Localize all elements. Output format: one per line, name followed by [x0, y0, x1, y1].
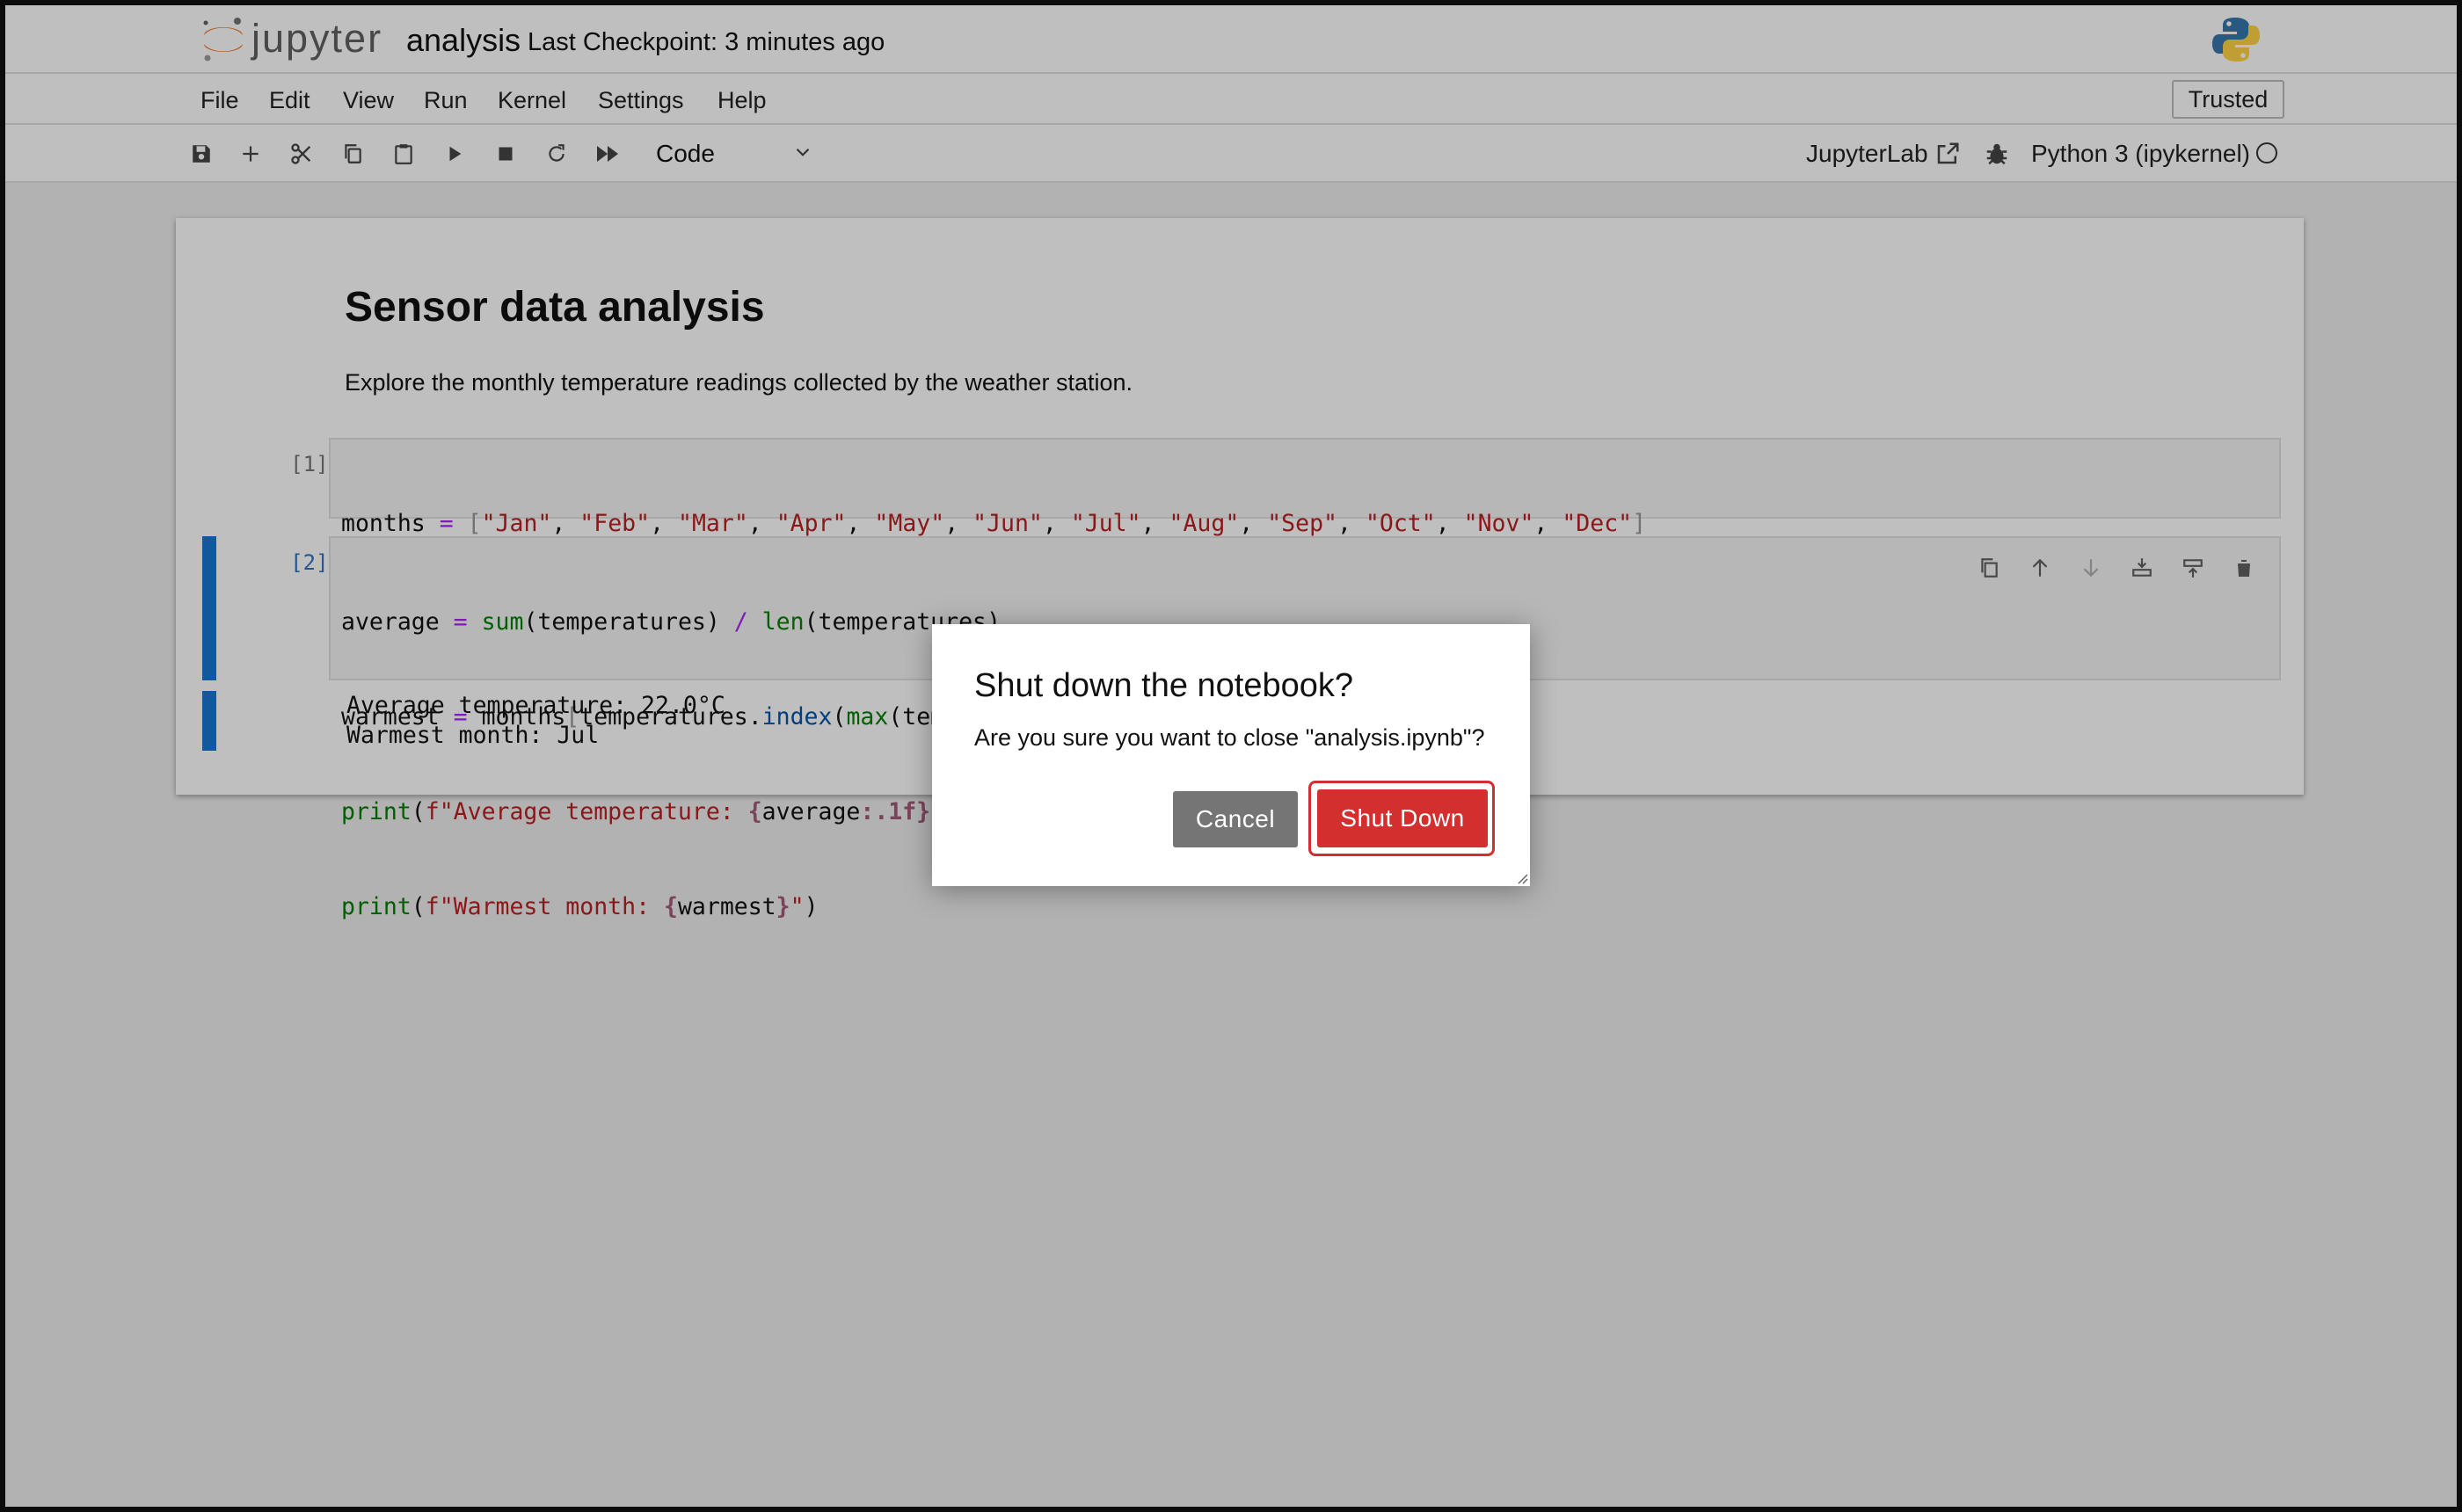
shut-down-button[interactable]: Shut Down — [1317, 789, 1488, 847]
dialog-title: Shut down the notebook? — [974, 667, 1354, 704]
resize-grip-icon[interactable] — [1514, 870, 1528, 884]
shutdown-dialog: Shut down the notebook? Are you sure you… — [932, 624, 1530, 886]
dialog-body: Are you sure you want to close "analysis… — [974, 724, 1485, 751]
cancel-button[interactable]: Cancel — [1173, 791, 1298, 847]
